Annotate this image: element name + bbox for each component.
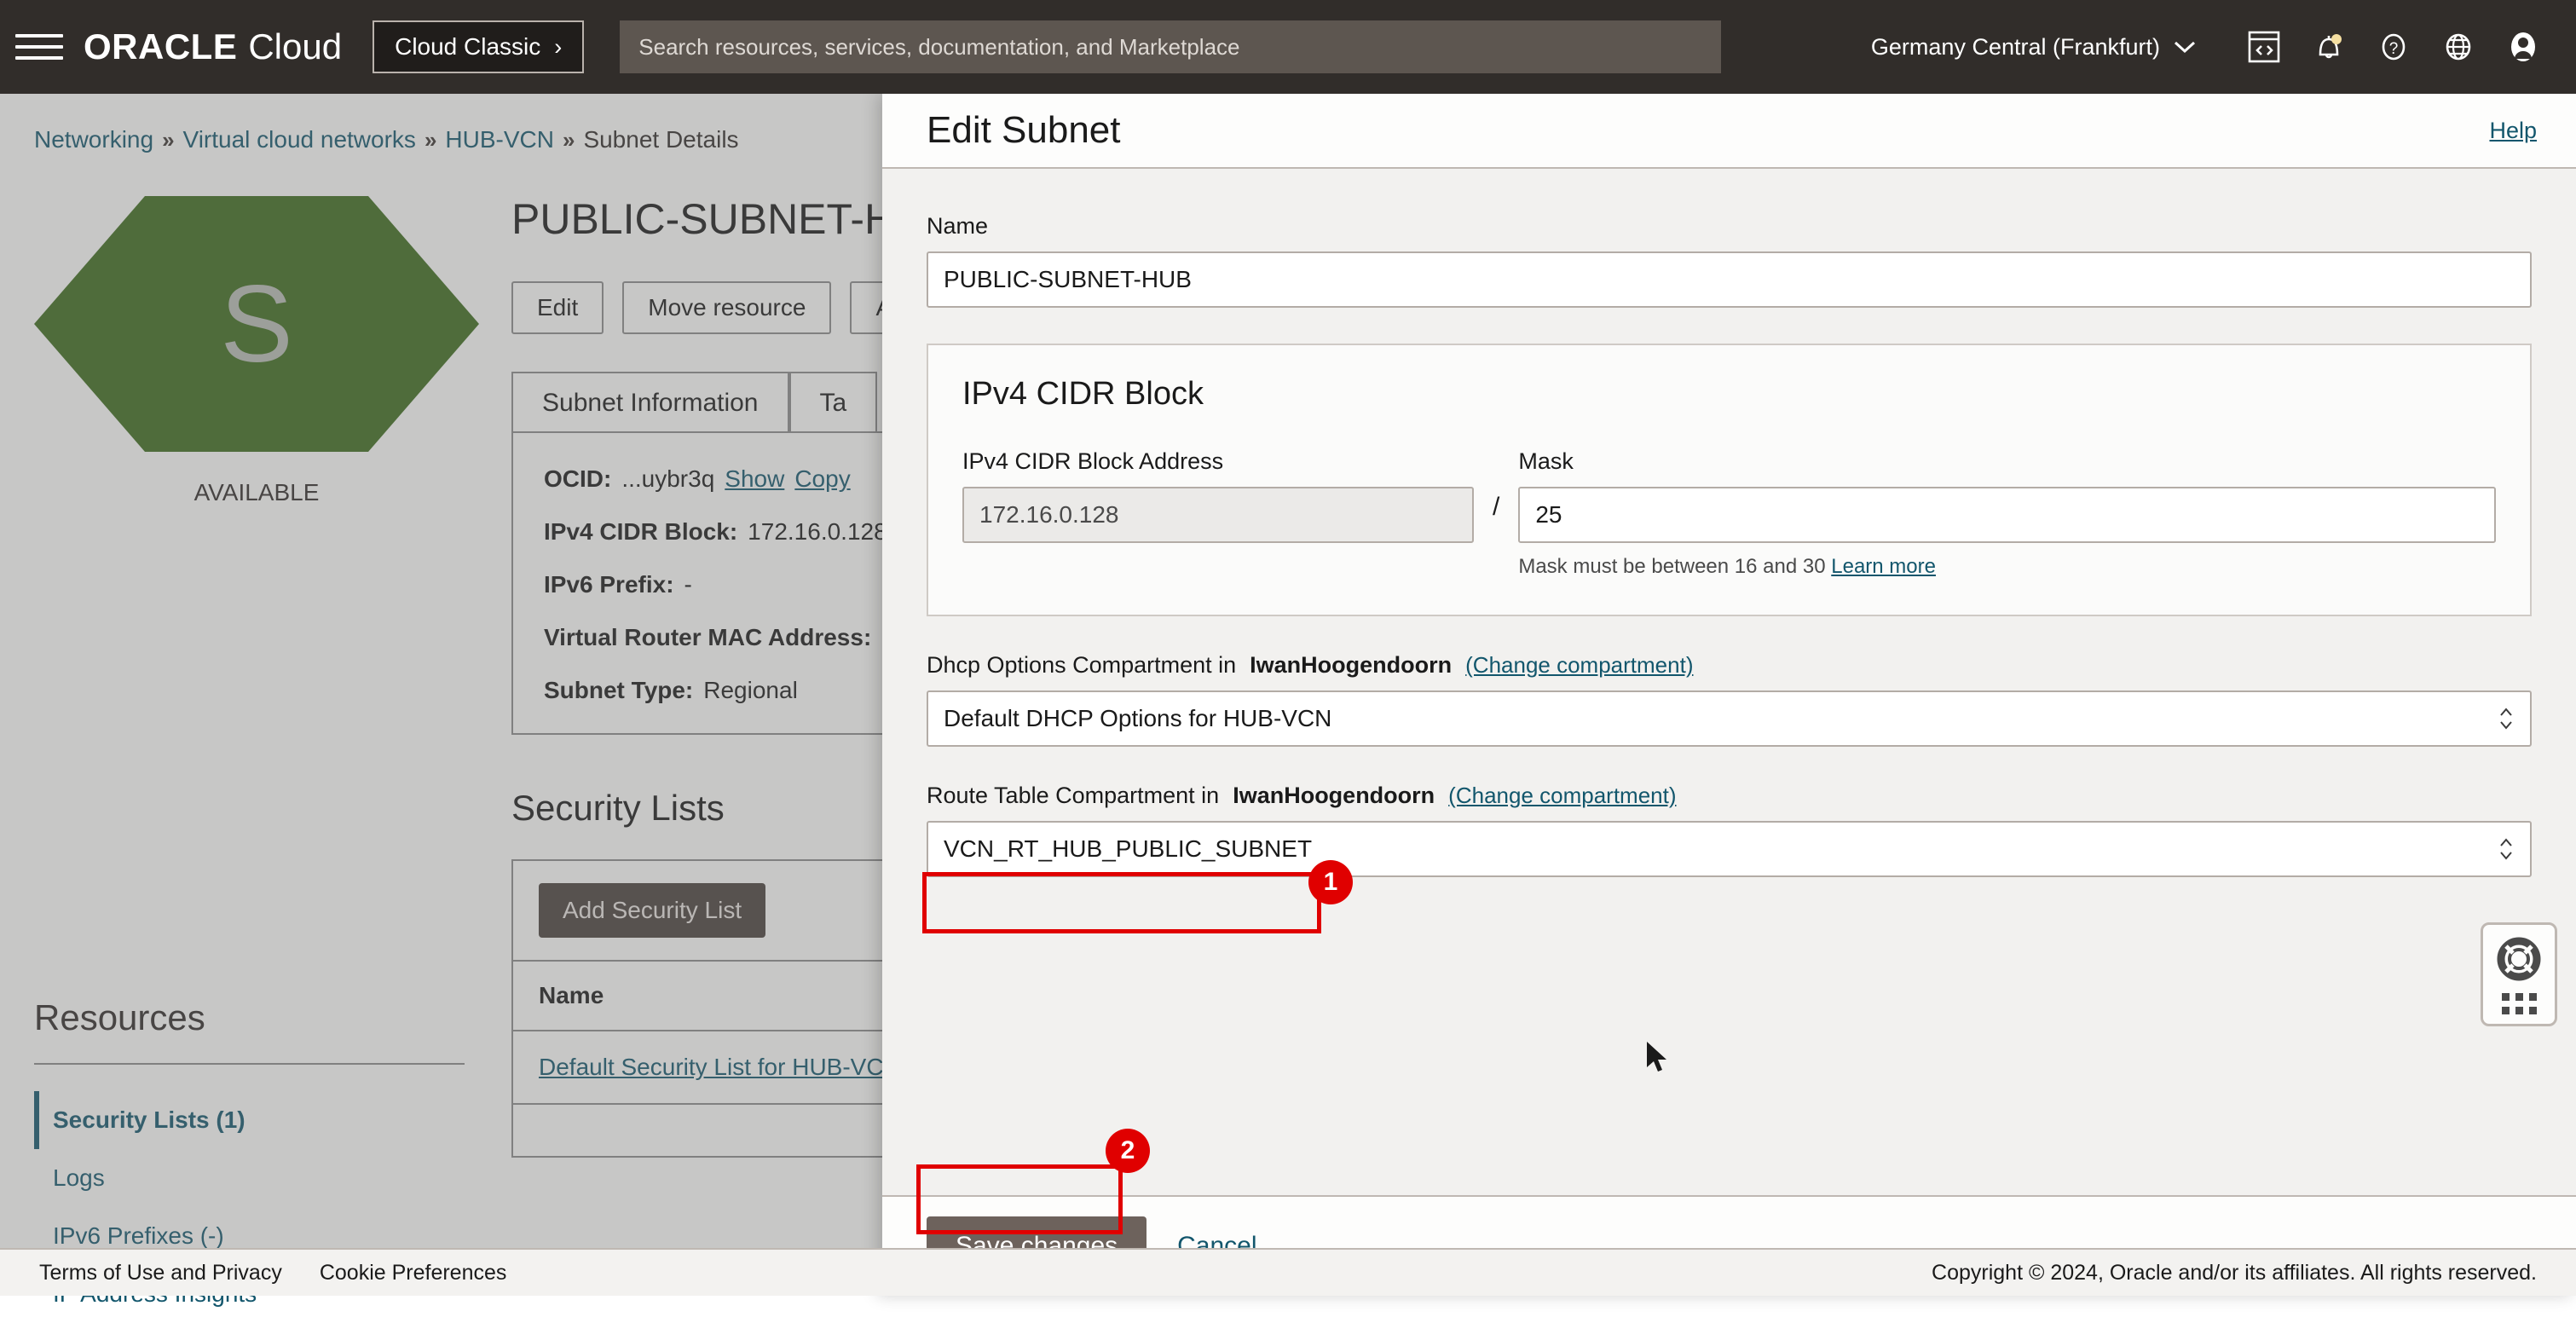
cidr-address-label: IPv4 CIDR Block Address (962, 448, 1474, 475)
route-table-select[interactable]: VCN_RT_HUB_PUBLIC_SUBNET (927, 821, 2532, 877)
region-label: Germany Central (Frankfurt) (1871, 34, 2160, 61)
learn-more-link[interactable]: Learn more (1831, 555, 1936, 578)
annotation-badge-1: 1 (1308, 860, 1353, 904)
route-table-compartment-name: IwanHoogendoorn (1233, 783, 1435, 809)
chevron-right-icon: › (554, 34, 562, 61)
dhcp-compartment-name: IwanHoogendoorn (1250, 652, 1452, 679)
dhcp-change-compartment-link[interactable]: (Change compartment) (1465, 652, 1693, 679)
cidr-address-group: IPv4 CIDR Block Address (962, 448, 1474, 543)
cloud-classic-label: Cloud Classic (395, 33, 540, 61)
ipv4-cidr-block-heading: IPv4 CIDR Block (962, 376, 2496, 413)
mask-input[interactable] (1518, 487, 2496, 543)
nav-right-group: Germany Central (Frankfurt) ? (1871, 0, 2576, 94)
route-table-label-prefix: Route Table Compartment in (927, 783, 1219, 809)
user-avatar-icon[interactable] (2491, 14, 2556, 79)
copyright-text: Copyright © 2024, Oracle and/or its affi… (1932, 1261, 2537, 1285)
name-field-group: Name (927, 213, 2532, 308)
dhcp-label-prefix: Dhcp Options Compartment in (927, 652, 1236, 679)
help-widget[interactable] (2481, 922, 2557, 1026)
stepper-arrows-icon (2498, 835, 2515, 864)
top-navigation-bar: ORACLE Cloud Cloud Classic › Germany Cen… (0, 0, 2576, 94)
notifications-bell-icon[interactable] (2296, 14, 2361, 79)
cidr-address-input (962, 487, 1474, 543)
stepper-arrows-icon (2498, 704, 2515, 733)
name-label: Name (927, 213, 2532, 240)
route-table-label: Route Table Compartment in IwanHoogendoo… (927, 783, 2532, 809)
chevron-down-icon (2172, 38, 2198, 55)
annotation-badge-2: 2 (1106, 1129, 1150, 1173)
developer-tools-icon[interactable] (2232, 14, 2296, 79)
terms-of-use-link[interactable]: Terms of Use and Privacy (39, 1261, 282, 1285)
cidr-grid: IPv4 CIDR Block Address / Mask Mask must… (962, 448, 2496, 579)
svg-text:?: ? (2389, 40, 2399, 58)
help-question-icon[interactable]: ? (2361, 14, 2426, 79)
region-selector[interactable]: Germany Central (Frankfurt) (1871, 34, 2198, 61)
dhcp-options-group: Dhcp Options Compartment in IwanHoogendo… (927, 652, 2532, 747)
mask-label: Mask (1518, 448, 2496, 475)
panel-header: Edit Subnet Help (882, 94, 2576, 169)
footer-links: Terms of Use and Privacy Cookie Preferen… (39, 1261, 506, 1285)
cloud-classic-button[interactable]: Cloud Classic › (373, 20, 584, 73)
ipv4-cidr-block-section: IPv4 CIDR Block IPv4 CIDR Block Address … (927, 344, 2532, 616)
cidr-slash-separator: / (1493, 448, 1499, 522)
dhcp-options-select[interactable]: Default DHCP Options for HUB-VCN (927, 690, 2532, 747)
name-input[interactable] (927, 251, 2532, 308)
oracle-wordmark: ORACLE (84, 26, 237, 67)
route-table-value: VCN_RT_HUB_PUBLIC_SUBNET (944, 835, 1312, 863)
route-table-group: Route Table Compartment in IwanHoogendoo… (927, 783, 2532, 877)
life-ring-icon (2495, 935, 2543, 983)
help-link[interactable]: Help (2489, 118, 2537, 144)
mask-helper-label: Mask must be between 16 and 30 (1518, 555, 1825, 578)
dhcp-options-label: Dhcp Options Compartment in IwanHoogendo… (927, 652, 2532, 679)
hamburger-menu-icon[interactable] (15, 29, 63, 65)
edit-subnet-panel: Edit Subnet Help Name IPv4 CIDR Block IP… (882, 94, 2576, 1296)
cidr-mask-group: Mask Mask must be between 16 and 30 Lear… (1518, 448, 2496, 579)
search-input[interactable] (620, 20, 1721, 73)
mask-helper-text: Mask must be between 16 and 30 Learn mor… (1518, 555, 2496, 579)
cloud-wordmark: Cloud (248, 26, 342, 67)
dhcp-options-value: Default DHCP Options for HUB-VCN (944, 705, 1331, 732)
route-table-change-compartment-link[interactable]: (Change compartment) (1448, 783, 1676, 809)
drag-dots-icon[interactable] (2502, 993, 2537, 1014)
cookie-preferences-link[interactable]: Cookie Preferences (320, 1261, 507, 1285)
oracle-cloud-logo: ORACLE Cloud (84, 26, 342, 67)
panel-body: Name IPv4 CIDR Block IPv4 CIDR Block Add… (882, 169, 2576, 1195)
page-footer: Terms of Use and Privacy Cookie Preferen… (0, 1248, 2576, 1296)
panel-title: Edit Subnet (927, 109, 1121, 152)
language-globe-icon[interactable] (2426, 14, 2491, 79)
